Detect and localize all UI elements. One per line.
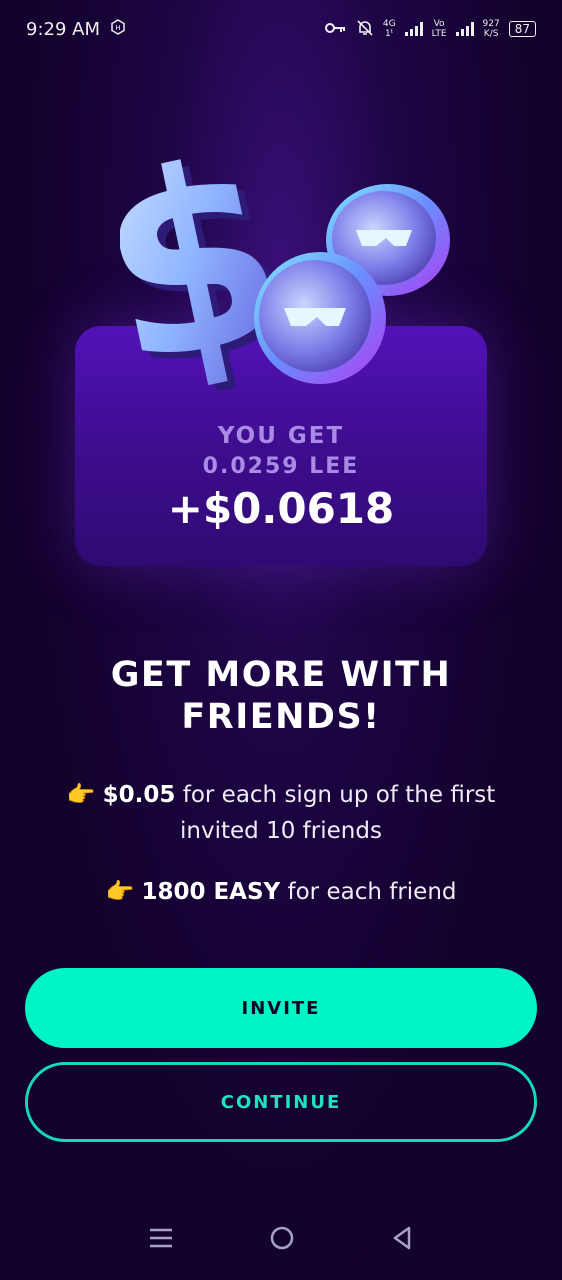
system-nav-bar (0, 1200, 562, 1280)
reward-screen: 9:29 AM H 4G 1ᵗ Vo LTE 927 K/S 87 $ $ YO… (0, 0, 562, 1280)
signal-icon (404, 22, 423, 36)
perk-signup-text: for each sign up of the first invited 10… (175, 782, 496, 844)
reward-token-amount: 0.0259 LEE (202, 454, 360, 479)
speed-unit: K/S (483, 29, 499, 39)
coins-illustration: $ $ (120, 140, 450, 420)
status-left: 9:29 AM H (26, 19, 126, 40)
volte-bottom: LTE (431, 29, 447, 39)
network-bottom: 1ᵗ (385, 29, 394, 39)
perk-signup-highlight: $0.05 (102, 782, 176, 808)
app-badge-icon: H (110, 18, 126, 40)
signal-icon-2 (455, 22, 474, 36)
battery-indicator: 87 (508, 21, 536, 37)
status-right: 4G 1ᵗ Vo LTE 927 K/S 87 (324, 19, 536, 40)
bell-off-icon (356, 19, 374, 40)
perk-signup: 👉 $0.05 for each sign up of the first in… (50, 777, 512, 849)
network-type: 4G 1ᵗ (383, 19, 396, 39)
perk-friend: 👉 1800 EASY for each friend (50, 874, 512, 910)
menu-icon[interactable] (148, 1226, 174, 1254)
volte-indicator: Vo LTE (432, 19, 447, 39)
coin-front-icon (254, 252, 386, 384)
pointing-hand-icon: 👉 (66, 782, 96, 808)
page-title: GET MORE WITH FRIENDS! (110, 655, 452, 737)
perk-friend-text: for each friend (280, 879, 457, 905)
home-circle-icon[interactable] (269, 1225, 295, 1255)
continue-button[interactable]: CONTINUE (25, 1062, 537, 1142)
perk-friend-highlight: 1800 EASY (141, 879, 281, 905)
volte-top: Vo (433, 19, 445, 29)
status-bar: 9:29 AM H 4G 1ᵗ Vo LTE 927 K/S 87 (0, 0, 562, 58)
network-speed: 927 K/S (483, 19, 500, 39)
pointing-hand-icon: 👉 (105, 879, 135, 905)
back-triangle-icon[interactable] (390, 1225, 414, 1255)
speed-value: 927 (482, 19, 500, 29)
status-time: 9:29 AM (26, 18, 100, 40)
key-icon (324, 21, 347, 38)
reward-usd-amount: +$0.0618 (167, 484, 395, 533)
network-top: 4G (382, 19, 396, 29)
reward-label: YOU GET (217, 423, 345, 449)
svg-text:H: H (115, 24, 120, 32)
invite-button[interactable]: INVITE (25, 968, 537, 1048)
